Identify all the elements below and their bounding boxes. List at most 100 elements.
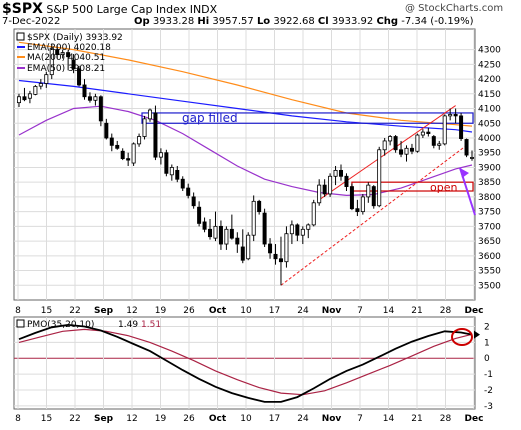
candle-body	[38, 83, 43, 87]
pmo-tick-label: 0	[484, 354, 490, 364]
candle-body	[393, 136, 398, 151]
candle-body	[93, 96, 98, 101]
price-y-axis: 3500 3550 3600 3650 3700 3750 3800 3850 3900 3950…	[478, 46, 501, 292]
candle-body	[251, 200, 256, 236]
price-tick-label: 4250	[478, 60, 501, 70]
x-tick-label: Sep	[94, 414, 114, 424]
candle-body	[322, 184, 327, 195]
candle-body	[448, 114, 453, 117]
price-tick-label: 4300	[478, 46, 501, 56]
x-tick-label: 17	[269, 414, 280, 424]
candle-body	[420, 131, 425, 136]
x-tick-label: 17	[269, 306, 280, 316]
candle-body	[333, 169, 338, 177]
x-tick-label: 24	[297, 306, 309, 316]
pmo-tick-label: 2	[484, 323, 490, 333]
candle-body	[180, 178, 185, 189]
candle-body	[328, 175, 333, 195]
candle-body	[44, 74, 49, 84]
candle-body	[169, 167, 174, 176]
pmo-label: PMO(35,20,10)	[27, 320, 94, 330]
candle-body	[175, 169, 180, 180]
candle-body	[278, 258, 283, 263]
price-tick-label: 3750	[478, 208, 501, 218]
price-tick-label: 3550	[478, 267, 501, 277]
candle-body	[442, 115, 447, 145]
price-tick-label: 4200	[478, 75, 501, 85]
candle-body	[147, 109, 152, 120]
candle-body	[437, 143, 442, 146]
pmo-tick-label: -3	[484, 402, 493, 412]
candle-body	[289, 224, 294, 235]
candle-body	[153, 112, 158, 158]
candle-body	[164, 152, 169, 174]
candle-body	[409, 147, 414, 152]
candle-body	[317, 184, 322, 204]
candle-body	[33, 86, 38, 95]
candle-body	[104, 122, 109, 139]
candle-body	[82, 84, 87, 98]
pmo-y-axis: -3 -2 -1 0 1 2	[484, 323, 493, 412]
candle-body	[191, 196, 196, 207]
candle-body	[366, 184, 371, 198]
candle-body	[208, 228, 213, 238]
x-tick-label: 10	[240, 414, 252, 424]
candle-body	[415, 134, 420, 152]
candle-body	[426, 131, 431, 134]
open-label: open	[430, 181, 457, 194]
price-tick-label: 3950	[478, 149, 501, 159]
candle-body	[246, 234, 251, 260]
x-tick-label: 22	[69, 306, 80, 316]
legend-spx-swatch	[16, 32, 25, 41]
x-axis-labels-bottom: 8 15 22 Sep 12 19 26 Oct 10 17 24 Nov 7 14 21 28 Dec	[15, 414, 483, 424]
x-tick-label: 22	[69, 414, 80, 424]
x-tick-label: 15	[41, 414, 52, 424]
candle-body	[464, 139, 469, 156]
candle-body	[229, 228, 234, 239]
candle-body	[87, 96, 92, 101]
x-tick-label: 15	[41, 306, 52, 316]
pmo-tick-label: 1	[484, 338, 490, 348]
candle-body	[197, 206, 202, 224]
candle-body	[459, 115, 464, 139]
candle-body	[360, 196, 365, 213]
candle-body	[142, 118, 147, 137]
x-tick-label: Dec	[465, 414, 484, 424]
x-tick-label: 24	[297, 414, 309, 424]
candle-body	[202, 221, 207, 230]
candle-body	[218, 225, 223, 245]
x-tick-label: 26	[183, 306, 195, 316]
candle-body	[257, 200, 262, 213]
legend-ema50: EMA(50) 3908.21	[27, 64, 105, 74]
candle-body	[404, 147, 409, 155]
candle-body	[109, 137, 114, 146]
candle-body	[306, 224, 311, 230]
price-tick-label: 3650	[478, 237, 501, 247]
candle-body	[186, 187, 191, 196]
x-tick-label: 12	[126, 306, 137, 316]
x-tick-label: Nov	[322, 414, 342, 424]
candle-body	[453, 114, 458, 117]
candle-body	[115, 144, 120, 149]
price-tick-label: 4000	[478, 134, 501, 144]
x-tick-label: Oct	[209, 306, 227, 316]
candle-body	[235, 237, 240, 245]
pmo-tick-label: -2	[484, 386, 493, 396]
candle-body	[311, 202, 316, 226]
x-tick-label: 7	[357, 414, 363, 424]
x-axis-labels-top: 8 15 22 Sep 12 19 26 Oct 10 17 24 Nov 7 14 21 28 Dec	[15, 306, 483, 316]
candle-body	[98, 96, 103, 122]
pmo-panel	[13, 316, 476, 410]
candle-body	[273, 253, 278, 260]
candle-body	[355, 208, 360, 213]
x-tick-label: 19	[155, 306, 167, 316]
price-tick-label: 4150	[478, 90, 501, 100]
candle-body	[22, 96, 27, 101]
candle-body	[371, 186, 376, 207]
candle-body	[377, 149, 382, 207]
pmo-signal-value: 1.51	[141, 320, 161, 330]
x-tick-label: Sep	[94, 306, 114, 316]
pmo-legend-swatch	[16, 319, 25, 328]
candle-body	[339, 169, 344, 177]
legend-ema200: EMA(200) 4020.18	[27, 43, 111, 53]
